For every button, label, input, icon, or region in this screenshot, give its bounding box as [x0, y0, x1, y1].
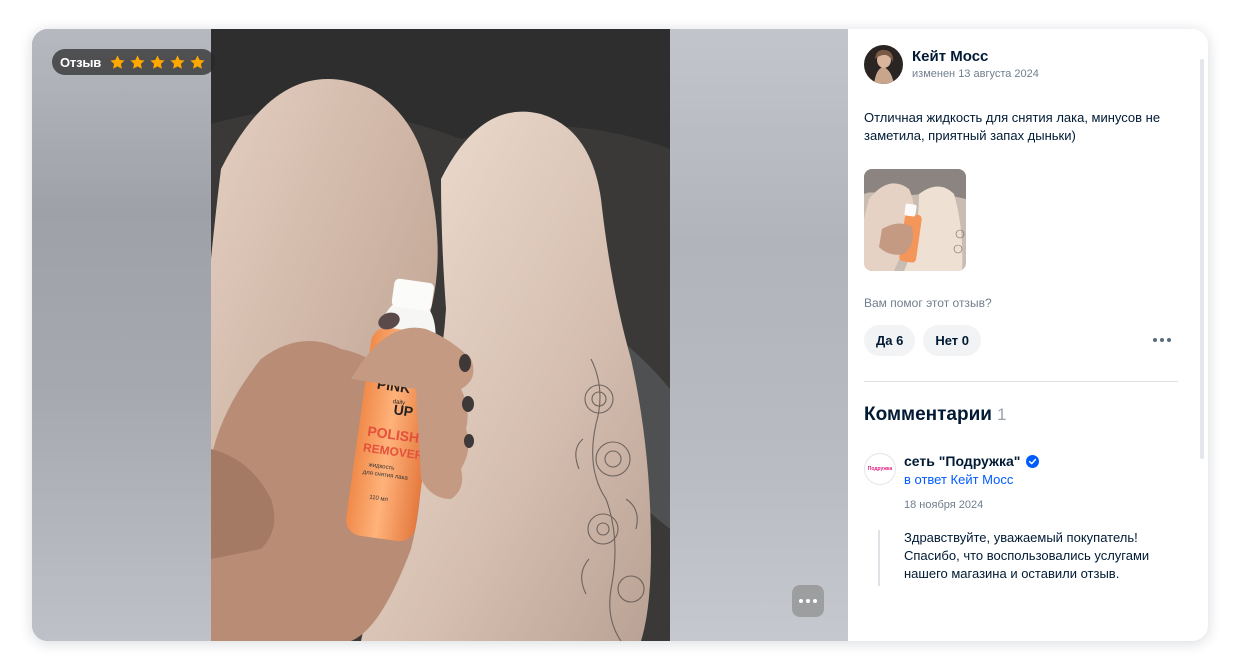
helpful-question: Вам помог этот отзыв?	[864, 296, 992, 310]
photo-more-button[interactable]	[792, 585, 824, 617]
review-panel: Кейт Мосс изменен 13 августа 2024 Отличн…	[848, 29, 1208, 641]
dots-icon	[799, 599, 803, 603]
author-info: Кейт Мосс изменен 13 августа 2024	[912, 48, 1039, 82]
comment-avatar[interactable]: Подружка	[864, 453, 896, 485]
star-icon	[150, 54, 165, 69]
review-modal: PINK daily UP POLISH REMOVER жидкость дл…	[32, 29, 1208, 641]
review-edited-date: изменен 13 августа 2024	[912, 67, 1039, 80]
rating-label: Отзыв	[60, 54, 102, 70]
photo-thumbnail[interactable]	[864, 169, 966, 271]
author-name[interactable]: Кейт Мосс	[912, 48, 1039, 66]
rating-stars	[109, 54, 206, 71]
comment-reply-to-link[interactable]: в ответ Кейт Мосс	[904, 472, 1013, 487]
photo-gallery[interactable]: PINK daily UP POLISH REMOVER жидкость дл…	[32, 29, 848, 641]
panel-scrollbar[interactable]	[1200, 59, 1204, 459]
dots-icon	[813, 599, 817, 603]
review-text: Отличная жидкость для снятия лака, минус…	[864, 110, 1161, 143]
vote-buttons: Да 6 Нет 0	[864, 325, 981, 356]
comments-count: 1	[996, 405, 1007, 424]
review-more-button[interactable]	[1153, 334, 1171, 346]
author-avatar[interactable]	[864, 45, 903, 84]
comments-title: Комментарии	[864, 404, 992, 425]
comment-text: Здравствуйте, уважаемый покупатель! Спас…	[904, 530, 1150, 581]
photo-blur-background-right	[670, 29, 848, 641]
star-icon	[130, 54, 145, 69]
bottle-brand-text-2: UP	[393, 401, 414, 420]
dots-icon	[806, 599, 810, 603]
star-icon	[170, 54, 185, 69]
dots-icon	[1160, 338, 1164, 342]
dots-icon	[1153, 338, 1157, 342]
star-icon	[110, 54, 125, 69]
star-icon	[190, 54, 205, 69]
vote-yes-button[interactable]: Да 6	[864, 325, 916, 356]
comment-quote-bar	[878, 530, 880, 586]
comment-author-row: сеть "Подружка"	[904, 453, 1040, 469]
vote-no-button[interactable]: Нет 0	[923, 325, 981, 356]
photo-blur-background-left	[32, 29, 211, 641]
comment-author[interactable]: сеть "Подружка"	[904, 453, 1020, 469]
dots-icon	[1167, 338, 1171, 342]
review-photo[interactable]: PINK daily UP POLISH REMOVER жидкость дл…	[211, 29, 670, 641]
review-author: Кейт Мосс изменен 13 августа 2024	[864, 45, 1039, 84]
comments-header: Комментарии 1	[864, 404, 1006, 426]
rating-badge: Отзыв	[52, 49, 216, 75]
comment-date: 18 ноября 2024	[904, 499, 984, 511]
divider	[864, 381, 1178, 382]
comment-avatar-logo-text: Подружка	[867, 466, 893, 472]
verified-check-icon	[1026, 454, 1040, 468]
